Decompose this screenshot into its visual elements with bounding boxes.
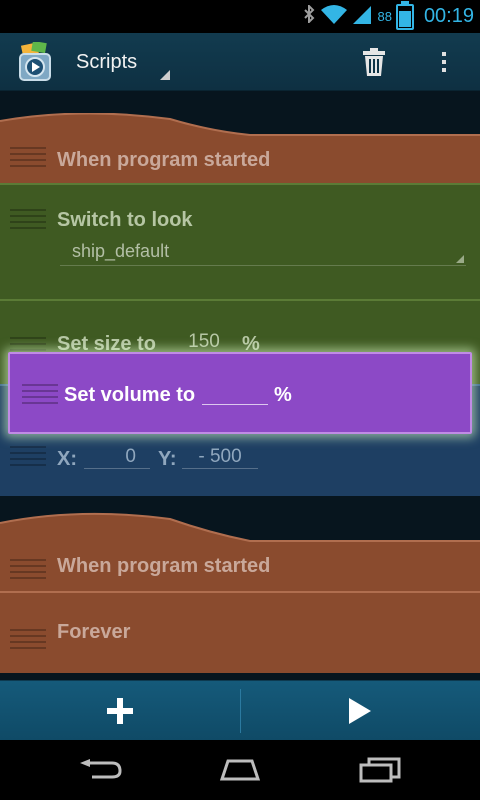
volume-unit: % [274, 384, 292, 406]
battery-level: 88 [377, 9, 392, 24]
action-bar: Scripts [0, 33, 480, 91]
bluetooth-icon [303, 3, 315, 28]
y-label: Y: [158, 448, 177, 470]
status-bar: 88 00:19 [0, 0, 480, 33]
play-button[interactable] [240, 681, 480, 741]
wifi-icon [321, 4, 348, 29]
back-icon [80, 759, 122, 779]
switch-to-look-brick[interactable]: Switch to look ship_default [0, 183, 480, 301]
trash-icon [363, 48, 385, 76]
when-program-started-brick-2[interactable]: When program started [0, 511, 480, 591]
drag-handle[interactable] [10, 147, 46, 171]
plus-icon [107, 698, 133, 724]
look-dropdown-value: ship_default [72, 241, 170, 261]
battery-icon [395, 0, 414, 30]
dropdown-caret-icon [456, 255, 464, 263]
size-input[interactable]: 150 [175, 331, 233, 354]
app-logo-icon[interactable] [18, 40, 52, 82]
x-label: X: [57, 448, 77, 470]
forever-brick[interactable]: Forever [0, 591, 480, 673]
play-icon [349, 698, 371, 724]
drag-handle[interactable] [10, 446, 46, 470]
overflow-dot [442, 68, 446, 72]
y-input[interactable]: - 500 [182, 446, 258, 469]
bottom-bar [0, 680, 480, 741]
overflow-menu-icon [442, 52, 446, 56]
script-list[interactable]: When program started Switch to look ship… [0, 91, 480, 680]
page-title: Scripts [76, 51, 138, 73]
status-icons: 88 00:19 [303, 0, 474, 33]
system-nav-bar [0, 740, 480, 800]
when-program-started-brick[interactable]: When program started [0, 113, 480, 183]
brick-label: Forever [57, 621, 131, 643]
clock: 00:19 [423, 5, 474, 27]
back-button[interactable] [20, 740, 180, 800]
brick-label: Switch to look [57, 209, 193, 231]
hat-brick-shape [0, 512, 480, 591]
recent-apps-button[interactable] [300, 740, 460, 800]
overflow-dot [442, 60, 446, 64]
brick-label: Set volume to [64, 384, 196, 406]
drag-handle[interactable] [10, 559, 46, 583]
overflow-menu-button[interactable] [424, 42, 464, 82]
signal-icon [353, 4, 372, 29]
trash-button[interactable] [350, 42, 398, 82]
drag-handle[interactable] [22, 384, 58, 408]
scripts-spinner[interactable]: Scripts [66, 42, 170, 82]
drag-handle[interactable] [10, 629, 46, 653]
home-icon [219, 759, 261, 781]
look-dropdown[interactable]: ship_default [60, 235, 466, 266]
hat-brick-shape [0, 113, 480, 183]
x-input[interactable]: 0 [84, 446, 150, 469]
recent-apps-icon [359, 757, 401, 783]
set-volume-brick[interactable]: Set volume to % [8, 352, 472, 434]
brick-label: When program started [57, 149, 271, 171]
drag-handle[interactable] [10, 209, 46, 233]
volume-input[interactable] [202, 382, 268, 405]
add-button[interactable] [0, 681, 240, 741]
home-button[interactable] [160, 740, 320, 800]
brick-label: When program started [57, 555, 271, 577]
spinner-caret-icon [160, 70, 170, 80]
